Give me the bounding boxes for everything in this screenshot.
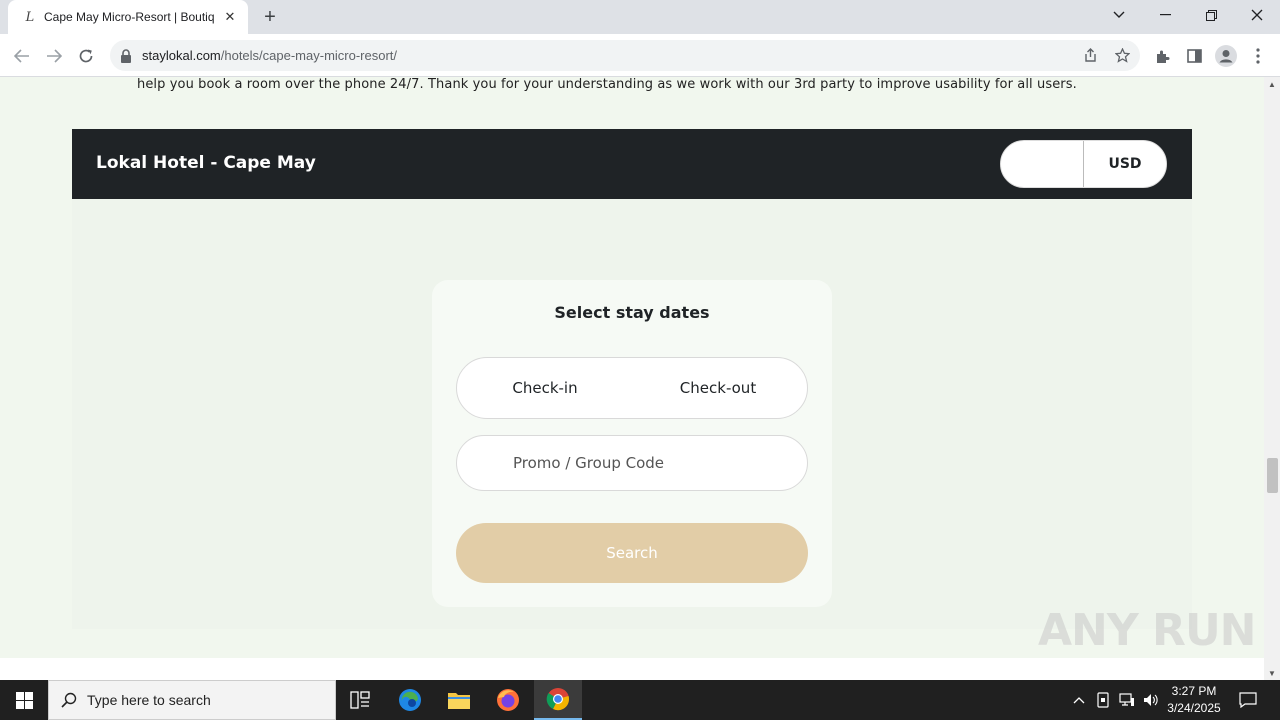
taskbar-search-placeholder: Type here to search bbox=[87, 692, 211, 708]
promo-code-input[interactable] bbox=[456, 435, 808, 491]
booking-card: Select stay dates Check-in Check-out Sea… bbox=[432, 280, 832, 607]
task-view-icon[interactable] bbox=[336, 680, 384, 720]
minimize-icon[interactable] bbox=[1142, 0, 1188, 30]
checkout-field[interactable]: Check-out bbox=[633, 358, 803, 418]
browser-toolbar: staylokal.com/hotels/cape-may-micro-reso… bbox=[0, 34, 1280, 77]
url-path: /hotels/cape-may-micro-resort/ bbox=[220, 48, 398, 63]
edge-browser-icon[interactable] bbox=[386, 680, 434, 720]
currency-selector[interactable]: USD bbox=[1084, 141, 1166, 187]
firefox-icon[interactable] bbox=[484, 680, 532, 720]
network-icon[interactable] bbox=[1116, 680, 1138, 720]
page-scrollbar[interactable]: ▲ ▼ bbox=[1264, 77, 1280, 680]
tab-title: Cape May Micro-Resort | Boutiq bbox=[44, 10, 215, 24]
browser-tab[interactable]: L Cape May Micro-Resort | Boutiq ✕ bbox=[8, 0, 248, 34]
system-clock[interactable]: 3:27 PM 3/24/2025 bbox=[1160, 683, 1228, 717]
scroll-down-icon[interactable]: ▼ bbox=[1264, 666, 1280, 680]
booking-title: Select stay dates bbox=[554, 303, 710, 322]
phone-booking-notice: help you book a room over the phone 24/7… bbox=[137, 77, 1077, 92]
notifications-icon[interactable] bbox=[1236, 680, 1260, 720]
forward-icon[interactable] bbox=[40, 42, 68, 70]
tab-search-icon[interactable] bbox=[1096, 0, 1142, 30]
restore-icon[interactable] bbox=[1188, 0, 1234, 30]
windows-start-icon[interactable] bbox=[0, 680, 48, 720]
browser-menu-icon[interactable] bbox=[1244, 42, 1272, 70]
address-bar[interactable]: staylokal.com/hotels/cape-may-micro-reso… bbox=[110, 40, 1140, 71]
hotel-name: Lokal Hotel - Cape May bbox=[96, 153, 316, 173]
back-icon[interactable] bbox=[8, 42, 36, 70]
search-button[interactable]: Search bbox=[456, 523, 808, 583]
scroll-up-icon[interactable]: ▲ bbox=[1264, 77, 1280, 91]
url-host: staylokal.com bbox=[142, 48, 221, 63]
checkin-field[interactable]: Check-in bbox=[457, 358, 633, 418]
date-range-picker[interactable]: Check-in Check-out bbox=[456, 357, 808, 419]
file-explorer-icon[interactable] bbox=[435, 680, 483, 720]
clock-time: 3:27 PM bbox=[1171, 684, 1217, 698]
extensions-icon[interactable] bbox=[1148, 42, 1176, 70]
show-hidden-icons-icon[interactable] bbox=[1068, 680, 1090, 720]
scrollbar-thumb[interactable] bbox=[1267, 458, 1278, 493]
side-panel-icon[interactable] bbox=[1180, 42, 1208, 70]
site-favicon-icon: L bbox=[25, 9, 35, 25]
search-icon bbox=[61, 692, 77, 708]
windows-taskbar: Type here to search 3:27 PM 3/24/2025 bbox=[0, 680, 1280, 720]
anyrun-watermark: ANY RUN bbox=[1038, 605, 1256, 656]
browser-tab-bar: L Cape May Micro-Resort | Boutiq ✕ + bbox=[0, 0, 1280, 34]
hotel-header-bar: Lokal Hotel - Cape May USD bbox=[72, 129, 1192, 199]
language-currency-selector[interactable]: USD bbox=[1000, 140, 1167, 188]
device-icon[interactable] bbox=[1092, 680, 1114, 720]
taskbar-search-box[interactable]: Type here to search bbox=[48, 680, 336, 720]
share-icon[interactable] bbox=[1077, 40, 1103, 71]
volume-icon[interactable] bbox=[1140, 680, 1162, 720]
new-tab-icon[interactable]: + bbox=[258, 5, 282, 29]
bookmark-star-icon[interactable] bbox=[1109, 40, 1135, 71]
close-tab-icon[interactable]: ✕ bbox=[222, 9, 238, 25]
web-page: help you book a room over the phone 24/7… bbox=[0, 77, 1264, 680]
page-footer-strip bbox=[0, 658, 1264, 680]
reload-icon[interactable] bbox=[72, 42, 100, 70]
close-window-icon[interactable] bbox=[1234, 0, 1280, 30]
clock-date: 3/24/2025 bbox=[1167, 701, 1221, 715]
profile-avatar-icon[interactable] bbox=[1212, 42, 1240, 70]
language-selector[interactable] bbox=[1001, 141, 1083, 187]
chrome-icon[interactable] bbox=[534, 680, 582, 720]
booking-widget-area: Select stay dates Check-in Check-out Sea… bbox=[72, 199, 1192, 629]
lock-icon bbox=[121, 48, 131, 63]
